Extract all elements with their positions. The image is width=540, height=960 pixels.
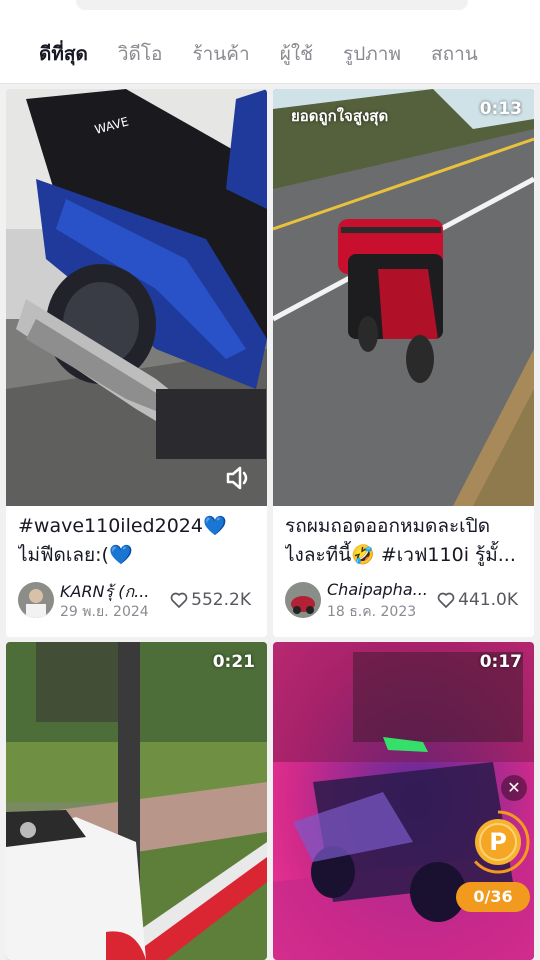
like-count: 441.0K [437, 590, 518, 610]
tab-photos[interactable]: รูปภาพ [328, 36, 416, 72]
tab-label: รูปภาพ [343, 43, 401, 65]
video-thumbnail[interactable]: 0:17 [273, 642, 534, 960]
speaker-icon[interactable] [225, 465, 253, 491]
video-thumbnail[interactable]: ยอดถูกใจสูงสุด 0:13 [273, 89, 534, 506]
video-card[interactable]: ยอดถูกใจสูงสุด 0:13 รถผมถอดออกหมดละเปิด … [273, 89, 534, 637]
tab-label: สถาน [430, 43, 478, 65]
heart-icon [437, 592, 455, 608]
tab-label: ผู้ใช้ [279, 43, 313, 65]
video-caption[interactable]: รถผมถอดออกหมดละเปิด ไงละทีนี้🤣 #เวฟ110i … [285, 512, 524, 570]
avatar[interactable] [285, 582, 321, 618]
video-meta: Chaipapha... 18 ธ.ค. 2023 441.0K [285, 580, 524, 620]
video-meta: KARNรุ้ (ก... 29 พ.ย. 2024 552.2K [18, 580, 257, 620]
heart-icon [170, 592, 188, 608]
close-icon[interactable]: ✕ [501, 775, 527, 801]
tab-places[interactable]: สถาน [416, 36, 493, 72]
video-duration: 0:17 [479, 652, 522, 672]
video-card[interactable]: WAVE #wave110iled2024💙 ไม่ฟีดเลย:(💙 KARN… [6, 89, 267, 637]
divider [0, 83, 540, 84]
tab-label: วิดีโอ [117, 43, 163, 65]
author-name[interactable]: Chaipapha... [327, 580, 433, 599]
tab-label: ร้านค้า [192, 43, 250, 65]
caption-line: ไงละทีนี้🤣 #เวฟ110i รู้มั้... [285, 544, 516, 566]
caption-line: ไม่ฟีดเลย:(💙 [18, 544, 133, 566]
video-card[interactable]: 0:17 [273, 642, 534, 960]
top-bar: ดีที่สุด วิดีโอ ร้านค้า ผู้ใช้ รูปภาพ สถ… [0, 0, 540, 84]
video-duration: 0:21 [212, 652, 255, 672]
like-count: 552.2K [170, 590, 251, 610]
avatar[interactable] [18, 582, 54, 618]
top-liked-badge: ยอดถูกใจสูงสุด [291, 107, 389, 125]
caption-line: รถผมถอดออกหมดละเปิด [285, 515, 491, 537]
caption-line: #wave110iled2024💙 [18, 515, 227, 537]
tab-videos[interactable]: วิดีโอ [103, 36, 178, 72]
likes-value: 552.2K [191, 590, 251, 610]
coin-icon[interactable]: P [466, 810, 530, 874]
video-thumbnail[interactable]: WAVE [6, 89, 267, 506]
post-date: 29 พ.ย. 2024 [60, 604, 149, 620]
post-date: 18 ธ.ค. 2023 [327, 604, 417, 620]
coin-progress-badge: 0/36 [456, 882, 530, 912]
search-bar[interactable] [76, 0, 468, 10]
video-card[interactable]: 0:21 [6, 642, 267, 960]
tab-shop[interactable]: ร้านค้า [177, 36, 264, 72]
video-thumbnail[interactable]: 0:21 [6, 642, 267, 960]
search-tabs: ดีที่สุด วิดีโอ ร้านค้า ผู้ใช้ รูปภาพ สถ… [0, 36, 540, 72]
likes-value: 441.0K [458, 590, 518, 610]
tab-users[interactable]: ผู้ใช้ [265, 36, 328, 72]
tab-top[interactable]: ดีที่สุด [0, 36, 103, 72]
video-duration: 0:13 [479, 99, 522, 119]
video-caption[interactable]: #wave110iled2024💙 ไม่ฟีดเลย:(💙 [18, 512, 257, 570]
tab-label: ดีที่สุด [39, 43, 88, 65]
coin-letter: P [489, 828, 507, 856]
